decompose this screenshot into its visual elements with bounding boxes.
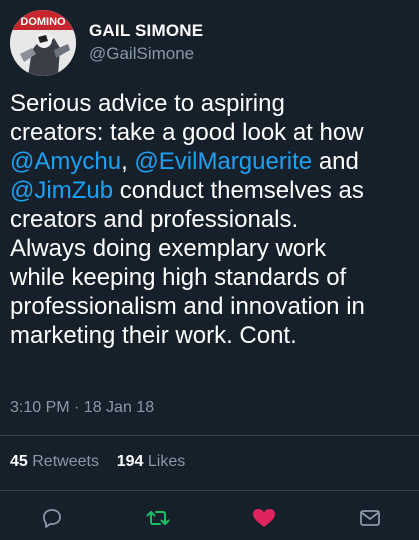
likes-count: 194: [116, 453, 144, 470]
tweet-text-segment: conduct themselves as: [113, 177, 364, 204]
tweet-text-segment: Serious advice to aspiring: [10, 90, 285, 117]
mail-icon: [360, 510, 380, 526]
tweet-text-segment: marketing their work. Cont.: [10, 322, 297, 349]
divider: [0, 490, 419, 491]
retweets-count: 45: [10, 453, 28, 470]
avatar[interactable]: DOMINO: [10, 10, 76, 76]
user-names: GAIL SIMONE @GailSimone: [89, 21, 203, 65]
tweet-header: DOMINO GAIL SIMONE @GailSimone: [10, 8, 203, 78]
divider: [0, 435, 419, 436]
tweet-line: creators and professionals.: [10, 205, 415, 234]
tweet-text-segment: creators: take a good look at how: [10, 119, 364, 146]
tweet-line: Serious advice to aspiring: [10, 89, 415, 118]
mention-link[interactable]: @JimZub: [10, 177, 113, 204]
tweet-actions: [0, 503, 419, 533]
reply-icon: [43, 509, 61, 528]
mention-link[interactable]: @EvilMarguerite: [134, 148, 312, 175]
avatar-image: DOMINO: [10, 10, 76, 76]
tweet-timestamp[interactable]: 3:10 PM · 18 Jan 18: [10, 399, 154, 417]
share-button[interactable]: [355, 503, 385, 533]
reply-button[interactable]: [37, 503, 67, 533]
tweet-stats: 45 Retweets 194 Likes: [10, 453, 185, 471]
retweet-button[interactable]: [143, 503, 173, 533]
mention-link[interactable]: @Amychu: [10, 148, 121, 175]
like-button[interactable]: [249, 503, 279, 533]
tweet-line: creators: take a good look at how: [10, 118, 415, 147]
display-name[interactable]: GAIL SIMONE: [89, 21, 203, 41]
tweet-text-segment: while keeping high standards of: [10, 264, 347, 291]
tweet-line: marketing their work. Cont.: [10, 321, 415, 350]
tweet-line: while keeping high standards of: [10, 263, 415, 292]
tweet-text-segment: creators and professionals.: [10, 206, 299, 233]
retweets-stat[interactable]: 45 Retweets: [10, 453, 99, 470]
tweet-text-segment: Always doing exemplary work: [10, 235, 327, 262]
avatar-logo-text: DOMINO: [20, 16, 66, 28]
tweet-text-segment: and: [312, 148, 359, 175]
tweet-text: Serious advice to aspiring creators: tak…: [10, 89, 415, 350]
heart-icon: [253, 509, 275, 527]
tweet-line: Always doing exemplary work: [10, 234, 415, 263]
tweet-text-segment: ,: [121, 148, 135, 175]
likes-label: Likes: [147, 453, 186, 470]
likes-stat[interactable]: 194 Likes: [117, 453, 186, 470]
user-handle[interactable]: @GailSimone: [89, 43, 203, 65]
tweet-line: professionalism and innovation in: [10, 292, 415, 321]
retweet-icon: [146, 511, 170, 525]
tweet-text-segment: professionalism and innovation in: [10, 293, 365, 320]
tweet-line: @Amychu, @EvilMarguerite and: [10, 147, 415, 176]
tweet-line: @JimZub conduct themselves as: [10, 176, 415, 205]
retweets-label: Retweets: [32, 453, 99, 470]
